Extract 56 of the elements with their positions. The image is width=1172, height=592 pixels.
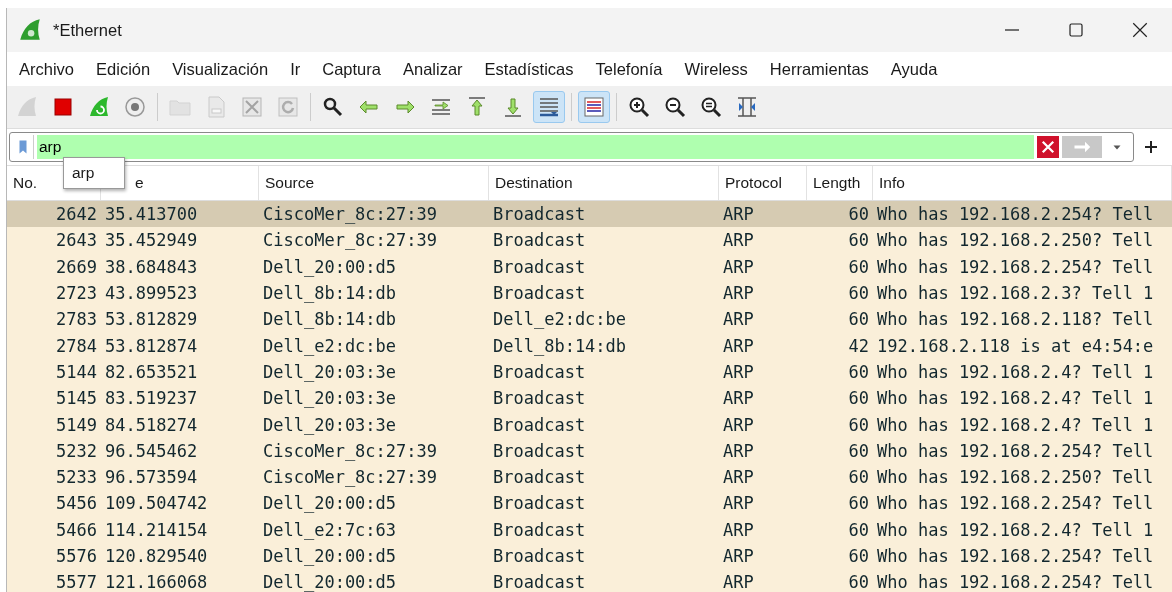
clear-icon [1039, 138, 1057, 156]
stop-icon [51, 95, 75, 119]
menu-item[interactable]: Analizar [392, 55, 475, 83]
packet-row[interactable]: 2723 43.899523 Dell_8b:14:db Broadcast ARP 60 Who has 192.168.2.3? Tell 1 [7, 279, 1172, 307]
app-logo-icon [17, 17, 43, 43]
packet-row[interactable]: 5145 83.519237 Dell_20:03:3e Broadcast ARP 60 Who has 192.168.2.4? Tell 1 [7, 385, 1172, 412]
shark-fin-icon [15, 95, 39, 119]
plus-icon [1143, 139, 1159, 155]
column-header[interactable]: Length [813, 174, 861, 192]
menu-item[interactable]: Herramientas [759, 55, 881, 83]
menu-item[interactable]: Edición [86, 55, 163, 83]
shark-fin-arrow-icon [87, 95, 111, 119]
display-filter-field[interactable]: arp [9, 132, 1134, 162]
packet-row[interactable]: 5577 121.166068 Dell_20:00:d5 Broadcast ARP 60 Who has 192.168.2.254? Tell [7, 569, 1172, 592]
menu-item[interactable]: Visualización [162, 55, 281, 83]
menu-item[interactable]: Ir [280, 55, 313, 83]
menu-item[interactable]: Ayuda [880, 55, 950, 83]
columns-icon [735, 95, 759, 119]
packet-row[interactable]: 5232 96.545462 CiscoMer_8c:27:39 Broadcast ARP 60 Who has 192.168.2.254? Tell [7, 437, 1172, 464]
zoom-out-icon [663, 95, 687, 119]
column-header[interactable]: Info [879, 174, 905, 192]
packet-row[interactable]: 5576 120.829540 Dell_20:00:d5 Broadcast ARP 60 Who has 192.168.2.254? Tell [7, 542, 1172, 570]
packet-row[interactable]: 2643 35.452949 CiscoMer_8c:27:39 Broadcast ARP 60 Who has 192.168.2.250? Tell [7, 227, 1172, 254]
close-file-icon [240, 95, 264, 119]
column-header[interactable]: e [135, 174, 144, 192]
menu-item[interactable]: Captura [312, 55, 393, 83]
menu-item[interactable]: Estadísticas [474, 55, 586, 83]
close-icon [1131, 21, 1149, 39]
lines-icon [537, 95, 561, 119]
packet-row[interactable]: 5144 82.653521 Dell_20:03:3e Broadcast ARP 60 Who has 192.168.2.4? Tell 1 [7, 358, 1172, 386]
packet-row[interactable]: 2642 35.413700 CiscoMer_8c:27:39 Broadcast ARP 60 Who has 192.168.2.254? Tell [7, 201, 1172, 228]
reload-icon [276, 95, 300, 119]
column-header[interactable]: No. [13, 174, 38, 192]
packet-row[interactable]: 5466 114.214154 Dell_e2:7c:63 Broadcast ARP 60 Who has 192.168.2.4? Tell 1 [7, 516, 1172, 543]
column-header[interactable]: Destination [495, 174, 573, 192]
suggestion-item[interactable]: arp [64, 160, 124, 186]
column-header[interactable]: Source [265, 174, 315, 192]
packet-row[interactable]: 2784 53.812874 Dell_e2:dc:be Dell_8b:14:db ARP 42 192.168.2.118 is at e4:54:e [7, 332, 1172, 359]
zoom-normal-icon [699, 95, 723, 119]
window-title: *Ethernet [53, 20, 122, 40]
packet-row[interactable]: 5233 96.573594 CiscoMer_8c:27:39 Broadcast ARP 60 Who has 192.168.2.250? Tell [7, 463, 1172, 491]
clear-filter-button[interactable] [1037, 136, 1059, 158]
menu-item[interactable]: Telefonía [585, 55, 675, 83]
column-header[interactable]: Protocol [725, 174, 782, 192]
menu-item[interactable]: Wireless [674, 55, 760, 83]
colored-lines-icon [582, 95, 606, 119]
target-icon [123, 95, 147, 119]
packet-row[interactable]: 2783 53.812829 Dell_8b:14:db Dell_e2:dc:be ARP 60 Who has 192.168.2.118? Tell [7, 306, 1172, 333]
packet-row[interactable]: 5456 109.504742 Dell_20:00:d5 Broadcast ARP 60 Who has 192.168.2.254? Tell [7, 490, 1172, 517]
maximize-icon [1067, 21, 1085, 39]
minimize-icon [1005, 29, 1019, 31]
menu-item[interactable]: Archivo [9, 55, 87, 83]
zoom-in-icon [627, 95, 651, 119]
search-icon [321, 95, 345, 119]
packet-row[interactable]: 5149 84.518274 Dell_20:03:3e Broadcast ARP 60 Who has 192.168.2.4? Tell 1 [7, 411, 1172, 438]
packet-row[interactable]: 2669 38.684843 Dell_20:00:d5 Broadcast ARP 60 Who has 192.168.2.254? Tell [7, 253, 1172, 280]
